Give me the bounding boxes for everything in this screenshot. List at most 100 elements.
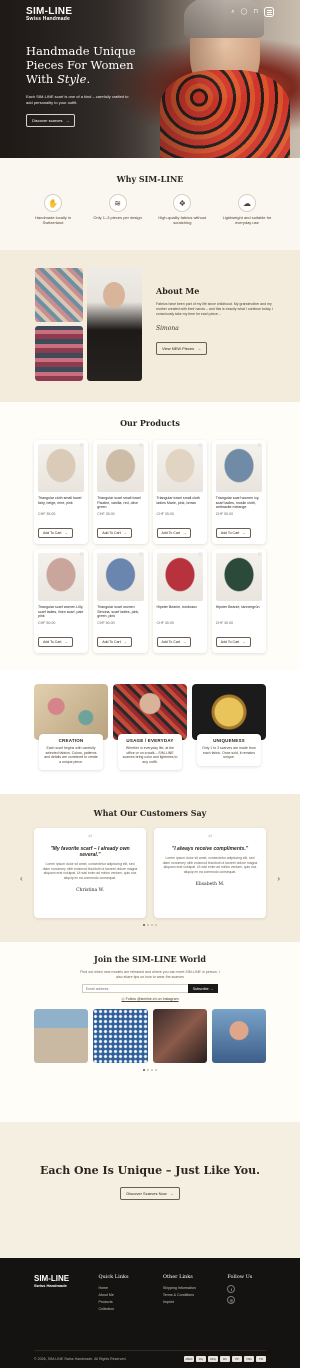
feature-card-creation: CREATION Each scarf begins with carefull… — [34, 684, 108, 780]
heart-icon[interactable]: ♡ — [80, 552, 84, 558]
add-to-cart-button[interactable]: Add To Cart → — [97, 637, 133, 647]
discover-scarves-button[interactable]: Discover scarves → — [26, 114, 76, 127]
fabric-icon: ❖ — [173, 194, 192, 212]
subscribe-button[interactable]: Subscribe → — [187, 984, 219, 993]
hero-subtitle: Each SIM-LINE scarf is one of a kind – c… — [26, 94, 129, 105]
product-image[interactable] — [215, 553, 262, 601]
product-image[interactable] — [38, 444, 85, 492]
instagram-post[interactable] — [211, 1009, 266, 1063]
product-name[interactable]: Triangular scarf women ivy, scarf ladies… — [216, 496, 262, 510]
add-to-cart-button[interactable]: Add To Cart → — [215, 528, 251, 538]
other-links: Other Links Shipping Information Terms &… — [163, 1274, 227, 1313]
product-image[interactable] — [156, 444, 203, 492]
instagram-post[interactable] — [152, 1009, 207, 1063]
about-collage — [26, 268, 142, 382]
payment-icons: AMEX Pay GPay MC PP VISA TW — [184, 1356, 266, 1362]
heart-icon[interactable]: ♡ — [258, 443, 262, 449]
product-image[interactable] — [215, 444, 262, 492]
cta-title: Each One Is Unique – Just Like You. — [40, 1164, 260, 1177]
arrow-right-icon: → — [242, 531, 246, 535]
heart-icon[interactable]: ♡ — [80, 443, 84, 449]
quote-icon: “ — [87, 834, 93, 845]
chevron-right-icon[interactable]: › — [277, 874, 280, 883]
product-card[interactable]: ♡ Triangular scarf women ivy, scarf ladie… — [211, 440, 266, 544]
why-item: ≋ Only 1–3 pieces per design — [91, 194, 145, 225]
menu-icon[interactable] — [264, 7, 274, 17]
user-icon[interactable]: ◯ — [241, 8, 248, 16]
testimonial-card: “ "I always receive compliments." Lorem … — [154, 828, 266, 918]
footer-link-terms[interactable]: Terms & Conditions — [163, 1292, 227, 1299]
product-card[interactable]: ♡ Hipster Beanie, tannengrün CHF 30.00 Add … — [211, 549, 266, 653]
about-title: About Me — [156, 286, 200, 296]
arrow-right-icon: → — [123, 640, 128, 644]
add-to-cart-button[interactable]: Add To Cart → — [156, 528, 192, 538]
product-name[interactable]: Hipster Beanie, tannengrün — [216, 605, 262, 619]
swiss-hand-icon: ✋ — [44, 194, 62, 212]
product-card[interactable]: ♡ Triangular scarf women Simona, scarf la… — [93, 549, 148, 653]
product-card[interactable]: ♡ Triangular towel small cloth ladies Mar… — [152, 440, 207, 544]
instagram-icon[interactable]: ◎ — [227, 1296, 236, 1304]
instagram-icon: ◎ — [121, 997, 125, 1001]
product-card[interactable]: ♡ Triangular scarf women Lilly, scarf lad… — [34, 549, 89, 653]
footer-link-products[interactable]: Products — [98, 1299, 162, 1306]
footer-link-about[interactable]: About Me — [98, 1292, 162, 1299]
heart-icon[interactable]: ♡ — [139, 552, 143, 558]
feather-icon: ☁ — [237, 194, 256, 212]
product-price: CHF 50.00 — [38, 621, 56, 625]
cta-section: Each One Is Unique – Just Like You. Disc… — [0, 1122, 300, 1258]
facebook-icon[interactable]: f — [227, 1285, 236, 1293]
signature: Simona — [156, 325, 179, 332]
subscribe-form: Subscribe → — [34, 984, 266, 993]
heart-icon[interactable]: ♡ — [139, 443, 143, 449]
discover-scarves-now-button[interactable]: Discover Scarves Now → — [120, 1187, 180, 1200]
product-price: CHF 35.00 — [156, 512, 174, 516]
email-input[interactable] — [81, 984, 188, 993]
product-name[interactable]: Triangular scarf women Lilly, scarf ladi… — [38, 605, 84, 619]
product-image[interactable] — [38, 553, 85, 601]
arrow-right-icon: → — [169, 1191, 174, 1196]
add-to-cart-button[interactable]: Add To Cart → — [38, 528, 73, 538]
add-to-cart-button[interactable]: Add To Cart → — [38, 637, 73, 647]
payment-icon: Pay — [196, 1356, 206, 1362]
instagram-post[interactable] — [93, 1009, 148, 1063]
products-section: Our Products ♡ Triangular cloth small tow… — [0, 402, 300, 670]
about-section: About Me Fabrics have been part of my li… — [0, 250, 300, 402]
product-name[interactable]: Triangular scarf women Simona, scarf lad… — [97, 605, 143, 619]
instagram-link[interactable]: ◎ Follow @simline.ch on Instagram — [34, 997, 266, 1001]
search-icon[interactable]: ⌕ — [231, 8, 234, 16]
footer-link-home[interactable]: Home — [98, 1285, 162, 1292]
add-to-cart-button[interactable]: Add To Cart → — [215, 637, 251, 647]
product-name[interactable]: Hipster Beanie, bordeaux — [157, 605, 203, 619]
quick-links: Quick Links Home About Me Products Colle… — [98, 1274, 162, 1313]
product-image[interactable] — [97, 444, 144, 492]
footer-link-imprint[interactable]: Imprint — [163, 1299, 227, 1306]
heart-icon[interactable]: ♡ — [198, 443, 202, 449]
instagram-post[interactable] — [34, 1009, 89, 1063]
product-name[interactable]: Triangular cloth small towel fairy, beig… — [38, 496, 84, 510]
product-name[interactable]: Triangular scarf small towel Pauline, va… — [97, 496, 143, 510]
add-to-cart-button[interactable]: Add To Cart → — [97, 528, 133, 538]
product-image[interactable] — [156, 553, 203, 601]
product-card[interactable]: ♡ Hipster Beanie, bordeaux CHF 30.00 Add To… — [152, 549, 207, 653]
footer-logo[interactable]: SIM-LINE Swiss Handmade — [34, 1274, 98, 1313]
owner-photo — [87, 268, 142, 381]
arrow-right-icon: → — [65, 118, 70, 123]
chevron-left-icon[interactable]: ‹ — [20, 874, 23, 883]
product-image[interactable] — [97, 553, 144, 601]
carousel-dots — [34, 1069, 266, 1071]
woman-scarf-image — [113, 684, 187, 740]
brand-logo[interactable]: SIM-LINE Swiss Handmade — [26, 7, 72, 22]
product-price: CHF 35.00 — [97, 512, 115, 516]
footer-link-collection[interactable]: Collection — [98, 1306, 162, 1313]
footer-link-shipping[interactable]: Shipping Information — [163, 1285, 227, 1292]
product-card[interactable]: ♡ Triangular scarf small towel Pauline, v… — [93, 440, 148, 544]
heart-icon[interactable]: ♡ — [198, 552, 202, 558]
view-new-pieces-button[interactable]: View NEW Pieces → — [156, 342, 208, 355]
testimonial-card: “ "My favorite scarf – I already own sev… — [34, 828, 146, 918]
products-title: Our Products — [120, 418, 180, 428]
heart-icon[interactable]: ♡ — [258, 552, 262, 558]
bag-icon[interactable]: ⊓ — [253, 8, 258, 16]
product-card[interactable]: ♡ Triangular cloth small towel fairy, bei… — [34, 440, 89, 544]
add-to-cart-button[interactable]: Add To Cart → — [156, 637, 192, 647]
product-name[interactable]: Triangular towel small cloth ladies Mari… — [157, 496, 203, 510]
